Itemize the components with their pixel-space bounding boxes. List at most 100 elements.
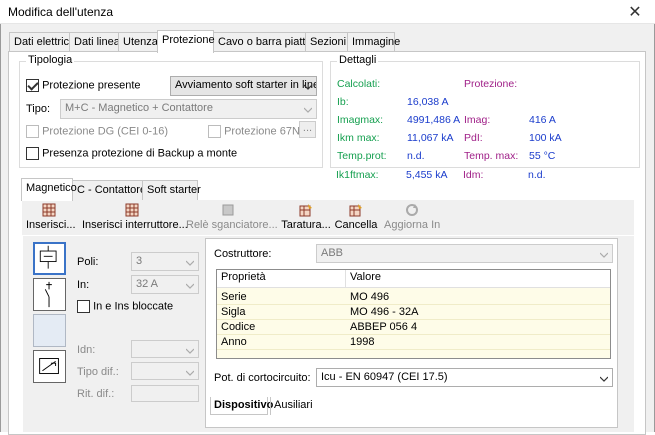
relay-icon	[221, 203, 235, 217]
backup-checkbox[interactable]: Presenza protezione di Backup a monte	[26, 147, 237, 160]
tab-dati-linea[interactable]: Dati linea	[69, 32, 120, 52]
in-label: In:	[77, 279, 90, 291]
table-row[interactable]: Serie MO 496	[217, 290, 610, 305]
pdi-label: PdI:	[464, 132, 483, 144]
chevron-down-icon	[600, 376, 608, 382]
window-title: Modifica dell'utenza	[8, 5, 114, 19]
ik1ftmax-label: Ik1ftmax:	[336, 169, 379, 181]
table-row[interactable]: Anno 1998	[217, 335, 610, 350]
dettagli-title: Dettagli	[337, 54, 379, 66]
tab-ausiliari[interactable]: Ausiliari	[270, 397, 314, 415]
grid-icon	[42, 203, 56, 217]
pdi-value: 100 kA	[529, 132, 562, 144]
tab-protezione[interactable]: Protezione	[157, 30, 215, 53]
tempmax-value: 55 °C	[529, 150, 556, 162]
tab-utenza[interactable]: Utenza	[118, 32, 158, 52]
tipologia-title: Tipologia	[26, 54, 75, 66]
checkbox-icon	[26, 125, 39, 138]
chevron-down-icon	[186, 348, 194, 354]
header-proprieta: Proprietà	[221, 271, 266, 283]
magnetico-pane: Poli: 3 In: 32 A In e Ins bloccate Idn: …	[23, 236, 634, 432]
chevron-down-icon	[186, 370, 194, 376]
costruttore-label: Costruttore:	[214, 248, 272, 260]
tipo-label: Tipo:	[26, 103, 51, 115]
row-prop: Codice	[221, 321, 256, 333]
in-value: 32 A	[136, 278, 159, 290]
row-prop: Sigla	[221, 306, 246, 318]
row-val: 1998	[350, 336, 375, 348]
pot-label: Pot. di cortocircuito:	[214, 372, 311, 384]
tab-dati-elettrici[interactable]: Dati elettrici	[9, 32, 71, 52]
taratura-button[interactable]: Taratura...	[280, 201, 332, 234]
properties-grid: Proprietà Valore Serie MO 496 Sigla MO 4…	[216, 269, 611, 359]
close-icon[interactable]: ✕	[625, 2, 645, 22]
chevron-down-icon	[304, 107, 312, 113]
backup-label: Presenza protezione di Backup a monte	[42, 147, 238, 160]
protezione-67n-label: Protezione 67N	[224, 125, 300, 138]
poli-select: 3	[131, 252, 199, 271]
checkbox-icon[interactable]	[77, 300, 90, 313]
ikmmax-label: Ikm max:	[337, 132, 380, 144]
column-divider	[345, 270, 346, 288]
protezione-67n-checkbox: Protezione 67N	[208, 125, 300, 138]
symbol-relay-icon[interactable]	[33, 242, 66, 275]
title-bar: Modifica dell'utenza ✕	[0, 0, 655, 24]
tab-magnetico[interactable]: Magnetico	[21, 178, 77, 201]
in-ins-checkbox[interactable]: In e Ins bloccate	[77, 300, 173, 313]
checkbox-icon[interactable]	[26, 147, 39, 160]
tipo-dif-label: Tipo dif.:	[77, 366, 119, 378]
cancella-button[interactable]: Cancella	[334, 201, 378, 234]
inserisci-interruttore-button[interactable]: Inserisci interruttore...	[82, 201, 188, 234]
protezione-label: Protezione:	[464, 78, 518, 90]
refresh-icon	[405, 203, 419, 217]
edit-table-icon	[299, 203, 313, 217]
rit-dif-label: Rit. dif.:	[77, 388, 115, 400]
table-row[interactable]: Sigla MO 496 - 32A	[217, 305, 610, 320]
tipo-select: M+C - Magnetico + Contattore	[60, 99, 317, 119]
tempprot-label: Temp.prot:	[337, 150, 387, 162]
tab-cavo[interactable]: Cavo o barra piatta	[213, 32, 312, 52]
costruttore-value: ABB	[321, 247, 344, 259]
ikmmax-value: 11,067 kA	[407, 132, 454, 144]
header-valore: Valore	[350, 271, 381, 283]
tipo-value: M+C - Magnetico + Contattore	[65, 102, 213, 114]
idm-value: n.d.	[528, 169, 546, 181]
tab-immagine[interactable]: Immagine	[347, 32, 400, 52]
protezione-dg-checkbox: Protezione DG (CEI 0-16)	[26, 125, 168, 138]
imagmax-label: Imagmax:	[337, 114, 384, 126]
idn-select	[131, 340, 199, 358]
tab-contattore[interactable]: C - Contattore	[72, 180, 146, 200]
grid-header: Proprietà Valore	[217, 270, 610, 288]
symbol-switch-icon[interactable]	[33, 278, 66, 311]
rit-dif-input	[131, 385, 199, 402]
dialog-body: Dati elettrici Dati linea Utenza Protezi…	[0, 24, 655, 435]
inserisci-button[interactable]: Inserisci...	[26, 201, 76, 234]
protezione-presente-checkbox[interactable]: Protezione presente	[26, 79, 141, 92]
tab-dispositivo[interactable]: Dispositivo	[210, 397, 273, 415]
poli-label: Poli:	[77, 256, 99, 268]
avviamento-select[interactable]: Avviamento soft starter in linea	[170, 76, 317, 96]
chevron-down-icon	[600, 252, 608, 258]
pot-value: Icu - EN 60947 (CEI 17.5)	[321, 371, 448, 383]
ib-value: 16,038 A	[407, 96, 449, 108]
imag-label: Imag:	[464, 114, 491, 126]
in-ins-label: In e Ins bloccate	[93, 300, 174, 313]
poli-value: 3	[136, 255, 143, 267]
protezione-presente-label: Protezione presente	[42, 79, 141, 92]
pot-select[interactable]: Icu - EN 60947 (CEI 17.5)	[316, 368, 613, 387]
symbol-empty[interactable]	[33, 314, 66, 347]
row-prop: Serie	[221, 291, 247, 303]
symbol-differential-icon[interactable]	[33, 350, 66, 383]
chevron-down-icon	[186, 260, 194, 266]
tab-soft-starter[interactable]: Soft starter	[142, 180, 201, 200]
inserisci-label: Inserisci...	[26, 219, 76, 231]
checkbox-checked-icon[interactable]	[26, 79, 39, 92]
dispositivo-panel: Costruttore: ABB Proprietà Valore Serie …	[205, 238, 618, 428]
tab-sezioni[interactable]: Sezioni	[305, 32, 348, 52]
table-row[interactable]: Codice ABBEP 056 4	[217, 320, 610, 335]
imag-value: 416 A	[529, 114, 556, 126]
ib-label: Ib:	[337, 96, 349, 108]
imagmax-value: 4991,486 A	[407, 114, 461, 126]
row-val: ABBEP 056 4	[350, 321, 418, 333]
inserisci-interruttore-label: Inserisci interruttore...	[82, 219, 188, 231]
